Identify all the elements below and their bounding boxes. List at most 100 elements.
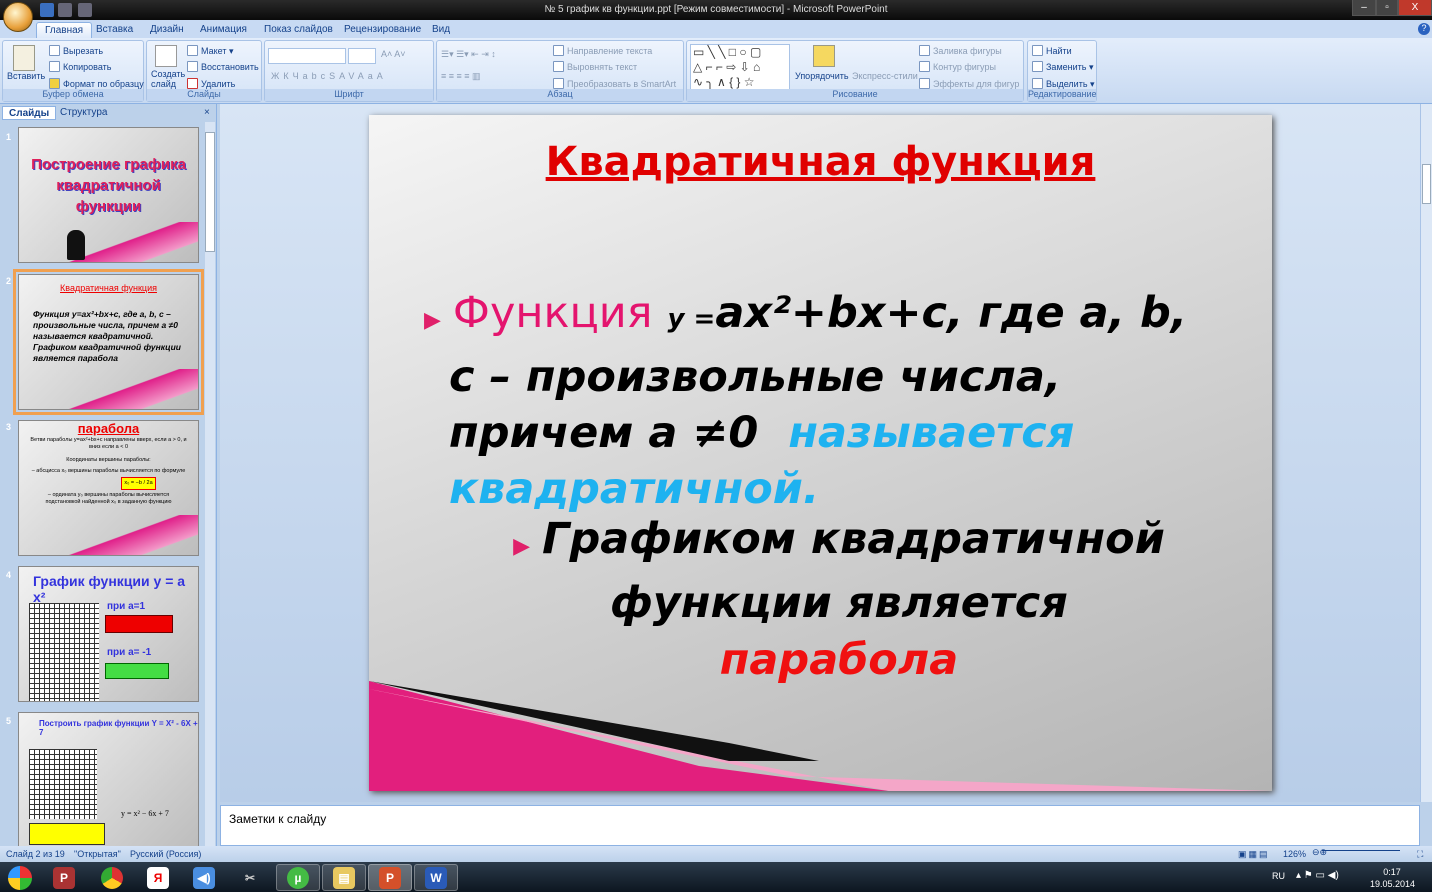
slide-thumbnail-4[interactable]: График функции y = a x² при a=1 при a= -…: [18, 566, 199, 702]
taskbar-yandex[interactable]: Я: [136, 864, 180, 891]
shape-fill-button[interactable]: Заливка фигуры: [919, 45, 1002, 56]
tab-animation[interactable]: Анимация: [192, 22, 255, 38]
smartart-button[interactable]: Преобразовать в SmartArt: [553, 78, 676, 89]
shape-outline-button[interactable]: Контур фигуры: [919, 61, 996, 72]
format-painter-button[interactable]: Формат по образцу: [49, 78, 144, 89]
reset-icon: [187, 61, 198, 72]
slide-thumbnail-1[interactable]: Построение графика квадратичной функции: [18, 127, 199, 263]
save-icon[interactable]: [40, 3, 54, 17]
theme-name[interactable]: "Открытая": [74, 849, 121, 859]
layout-label: Макет: [201, 46, 227, 56]
tab-view[interactable]: Вид: [424, 22, 458, 38]
strikethrough-button[interactable]: abc: [303, 71, 330, 81]
slide-thumbnail-2[interactable]: Квадратичная функция Функция y=ax²+bx+c,…: [13, 269, 204, 415]
effects-label: Эффекты для фигур: [933, 79, 1020, 89]
font-format-buttons[interactable]: ЖКЧabcSAVAaA: [271, 71, 387, 81]
reset-button[interactable]: Восстановить: [187, 61, 259, 72]
shape-effects-button[interactable]: Эффекты для фигур: [919, 78, 1019, 89]
tab-home[interactable]: Главная: [36, 22, 93, 38]
find-button[interactable]: Найти: [1032, 45, 1072, 56]
spacing-button[interactable]: AV: [339, 71, 358, 81]
date: 19.05.2014: [1370, 879, 1416, 889]
input-language[interactable]: RU: [1272, 871, 1285, 881]
shadow-button[interactable]: S: [329, 71, 339, 81]
redo-icon[interactable]: [78, 3, 92, 17]
maximize-button[interactable]: ▫: [1376, 0, 1398, 16]
font-name-select[interactable]: [268, 48, 346, 64]
taskbar-access[interactable]: P: [42, 864, 86, 891]
new-slide-button[interactable]: Создать слайд: [151, 69, 185, 89]
zoom-level[interactable]: 126%: [1283, 849, 1306, 859]
highlight-text: квадратичной.: [449, 464, 820, 514]
ribbon-tabs: Главная Вставка Дизайн Анимация Показ сл…: [0, 20, 1432, 38]
slide-canvas[interactable]: Квадратичная функция ▶ Функция y =ax²+bx+…: [369, 115, 1272, 791]
undo-icon[interactable]: [58, 3, 72, 17]
italic-button[interactable]: К: [283, 71, 292, 81]
case-button[interactable]: Aa: [358, 71, 377, 81]
language[interactable]: Русский (Россия): [130, 849, 201, 859]
text-direction-button[interactable]: Направление текста: [553, 45, 652, 56]
zoom-slider[interactable]: ⊖ ⊕: [1312, 847, 1400, 858]
close-button[interactable]: X: [1398, 0, 1432, 16]
align-buttons[interactable]: ≡ ≡ ≡ ≡ ▥: [441, 71, 481, 82]
tab-slides[interactable]: Слайды: [2, 106, 57, 120]
replace-button[interactable]: Заменить ▾: [1032, 61, 1093, 73]
start-button[interactable]: [0, 864, 40, 891]
status-bar: Слайд 2 из 19 "Открытая" Русский (Россия…: [0, 846, 1432, 862]
clock[interactable]: 0:17 19.05.2014: [1370, 866, 1416, 890]
taskbar-scissors[interactable]: ✂: [228, 864, 272, 891]
copy-button[interactable]: Копировать: [49, 61, 111, 72]
bullet-text: функции является: [610, 578, 1068, 628]
copy-label: Копировать: [63, 62, 112, 72]
table-yellow: [29, 823, 105, 845]
notes-area[interactable]: Заметки к слайду: [220, 805, 1420, 846]
bold-button[interactable]: Ж: [271, 71, 283, 81]
copy-icon: [49, 61, 60, 72]
font-size-select[interactable]: [348, 48, 376, 64]
taskbar-word[interactable]: W: [414, 864, 458, 891]
tab-outline[interactable]: Структура: [54, 106, 113, 120]
taskbar-powerpoint[interactable]: P: [368, 864, 412, 891]
underline-button[interactable]: Ч: [293, 71, 303, 81]
cut-button[interactable]: Вырезать: [49, 45, 103, 56]
slide-thumbnail-5[interactable]: Построить график функции Y = X² - 6X + 7…: [18, 712, 199, 848]
layout-icon: [187, 45, 198, 56]
help-icon[interactable]: ?: [1418, 23, 1430, 35]
bullet-text: Графиком квадратичной: [542, 514, 1165, 564]
align-text-button[interactable]: Выровнять текст: [553, 61, 637, 72]
close-pane-icon[interactable]: ×: [204, 107, 210, 118]
effects-icon: [919, 78, 930, 89]
graph-grid: [29, 749, 97, 819]
taskbar-explorer[interactable]: ▤: [322, 864, 366, 891]
shapes-gallery[interactable]: ▭ ╲ ╲ □ ○ ▢ △ ⌐ ⌐ ⇨ ⇩ ⌂ ∿ ╮ ∧ { } ☆: [690, 44, 790, 90]
pane-scrollbar[interactable]: [205, 122, 215, 846]
office-button[interactable]: [3, 2, 33, 32]
slide-thumbnail-3[interactable]: парабола Ветви параболы y=ax²+bx+c напра…: [18, 420, 199, 556]
table-red: [105, 615, 173, 633]
tab-slideshow[interactable]: Показ слайдов: [256, 22, 341, 38]
paste-button[interactable]: Вставить: [7, 71, 45, 81]
decorative-swoosh: [19, 368, 198, 409]
taskbar-audio[interactable]: ◀): [182, 864, 226, 891]
fit-window-icon[interactable]: ⛶: [1417, 849, 1423, 860]
tab-insert[interactable]: Вставка: [88, 22, 141, 38]
tab-design[interactable]: Дизайн: [142, 22, 192, 38]
taskbar-chrome[interactable]: [90, 864, 134, 891]
thumb-formula: x₀ = −b / 2a: [121, 477, 156, 490]
minimize-button[interactable]: –: [1352, 0, 1376, 16]
taskbar-utorrent[interactable]: µ: [276, 864, 320, 891]
tab-review[interactable]: Рецензирование: [336, 22, 429, 38]
quick-styles-button[interactable]: Экспресс-стили: [852, 71, 918, 81]
vertical-scrollbar[interactable]: [1420, 104, 1432, 802]
scissors-icon: [49, 45, 60, 56]
font-color-button[interactable]: A: [377, 71, 387, 81]
view-buttons[interactable]: ▣▦▤: [1238, 849, 1270, 860]
thumb-title: Квадратичная функция: [60, 283, 157, 293]
tray-icons[interactable]: ▴ ⚑ ▭ ◀): [1296, 870, 1339, 881]
grow-font-button[interactable]: A˄ A˅: [381, 49, 406, 59]
replace-icon: [1032, 61, 1043, 72]
layout-button[interactable]: Макет ▾: [187, 45, 234, 57]
list-buttons[interactable]: ☰▾ ☰▾ ⇤ ⇥ ↕: [441, 49, 496, 60]
arrange-button[interactable]: Упорядочить: [795, 71, 849, 81]
delete-slide-button[interactable]: Удалить: [187, 78, 235, 89]
